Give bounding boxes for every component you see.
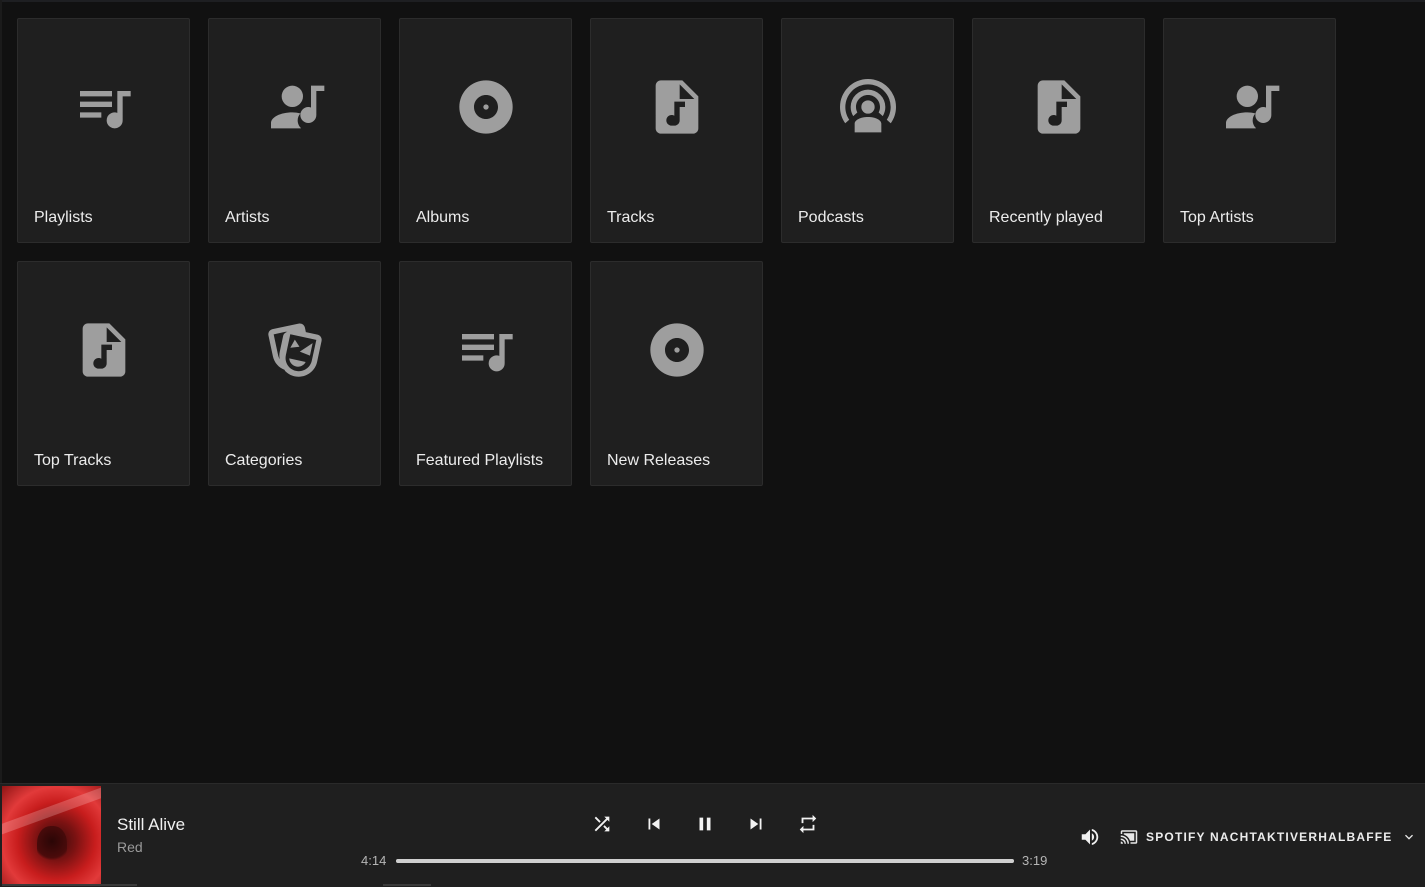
- tile-label: Top Artists: [1180, 209, 1254, 226]
- next-button[interactable]: [741, 809, 771, 839]
- player-bar: Still Alive Red 4:14 3:19 SPOTIFY NACHTA…: [0, 783, 1425, 887]
- tile-label: Top Tracks: [34, 452, 112, 469]
- tile-label: Categories: [225, 452, 303, 469]
- tile-albums[interactable]: Albums: [399, 18, 572, 243]
- tile-podcasts[interactable]: Podcasts: [781, 18, 954, 243]
- playlist-music-icon: [18, 75, 189, 139]
- skip-next-icon: [750, 818, 762, 830]
- playback-controls: [586, 809, 826, 839]
- track-title[interactable]: Still Alive: [117, 815, 185, 835]
- drama-masks-icon: [209, 318, 380, 382]
- tile-label: Featured Playlists: [416, 452, 544, 469]
- tile-artists[interactable]: Artists: [208, 18, 381, 243]
- tile-label: Recently played: [989, 209, 1103, 226]
- tile-tracks[interactable]: Tracks: [590, 18, 763, 243]
- tile-categories[interactable]: Categories: [208, 261, 381, 486]
- album-icon: [400, 75, 571, 139]
- pause-button[interactable]: [690, 809, 720, 839]
- volume-high-icon: [1081, 828, 1099, 846]
- pause-icon: [699, 817, 711, 831]
- file-music-icon: [591, 75, 762, 139]
- tile-new-releases[interactable]: New Releases: [590, 261, 763, 486]
- progress-bar[interactable]: [396, 859, 1014, 863]
- device-name: SPOTIFY NACHTAKTIVERHALBAFFE: [1146, 830, 1393, 844]
- tile-top-artists[interactable]: Top Artists: [1163, 18, 1336, 243]
- account-music-icon: [209, 75, 380, 139]
- cast-icon: [1120, 830, 1138, 844]
- skip-previous-icon: [648, 818, 660, 830]
- tile-label: New Releases: [607, 452, 711, 469]
- total-time: 3:19: [1022, 853, 1048, 868]
- playlist-music-icon: [400, 318, 571, 382]
- tile-label: Albums: [416, 209, 470, 226]
- tile-label: Tracks: [607, 209, 655, 226]
- account-music-icon: [1164, 75, 1335, 139]
- tile-label: Podcasts: [798, 209, 864, 226]
- left-border: [0, 0, 2, 887]
- repeat-icon: [799, 814, 817, 834]
- chevron-down-icon: [1404, 834, 1413, 840]
- tile-playlists[interactable]: Playlists: [17, 18, 190, 243]
- album-cover[interactable]: [2, 786, 101, 886]
- divider: [383, 884, 431, 886]
- file-music-icon: [18, 318, 189, 382]
- track-artist[interactable]: Red: [117, 839, 143, 855]
- shuffle-icon: [594, 816, 610, 832]
- repeat-button[interactable]: [793, 809, 823, 839]
- device-selector[interactable]: SPOTIFY NACHTAKTIVERHALBAFFE: [1120, 826, 1417, 848]
- previous-button[interactable]: [639, 809, 669, 839]
- shuffle-button[interactable]: [587, 809, 617, 839]
- podcast-icon: [782, 75, 953, 139]
- progress-fill: [396, 859, 1014, 863]
- album-icon: [591, 318, 762, 382]
- tile-label: Playlists: [34, 209, 93, 226]
- elapsed-time: 4:14: [361, 853, 387, 868]
- divider: [2, 884, 137, 886]
- top-border: [0, 0, 1425, 2]
- tile-label: Artists: [225, 209, 270, 226]
- tile-top-tracks[interactable]: Top Tracks: [17, 261, 190, 486]
- volume-button[interactable]: [1077, 824, 1103, 850]
- file-music-icon: [973, 75, 1144, 139]
- tile-featured-playlists[interactable]: Featured Playlists: [399, 261, 572, 486]
- tile-recently-played[interactable]: Recently played: [972, 18, 1145, 243]
